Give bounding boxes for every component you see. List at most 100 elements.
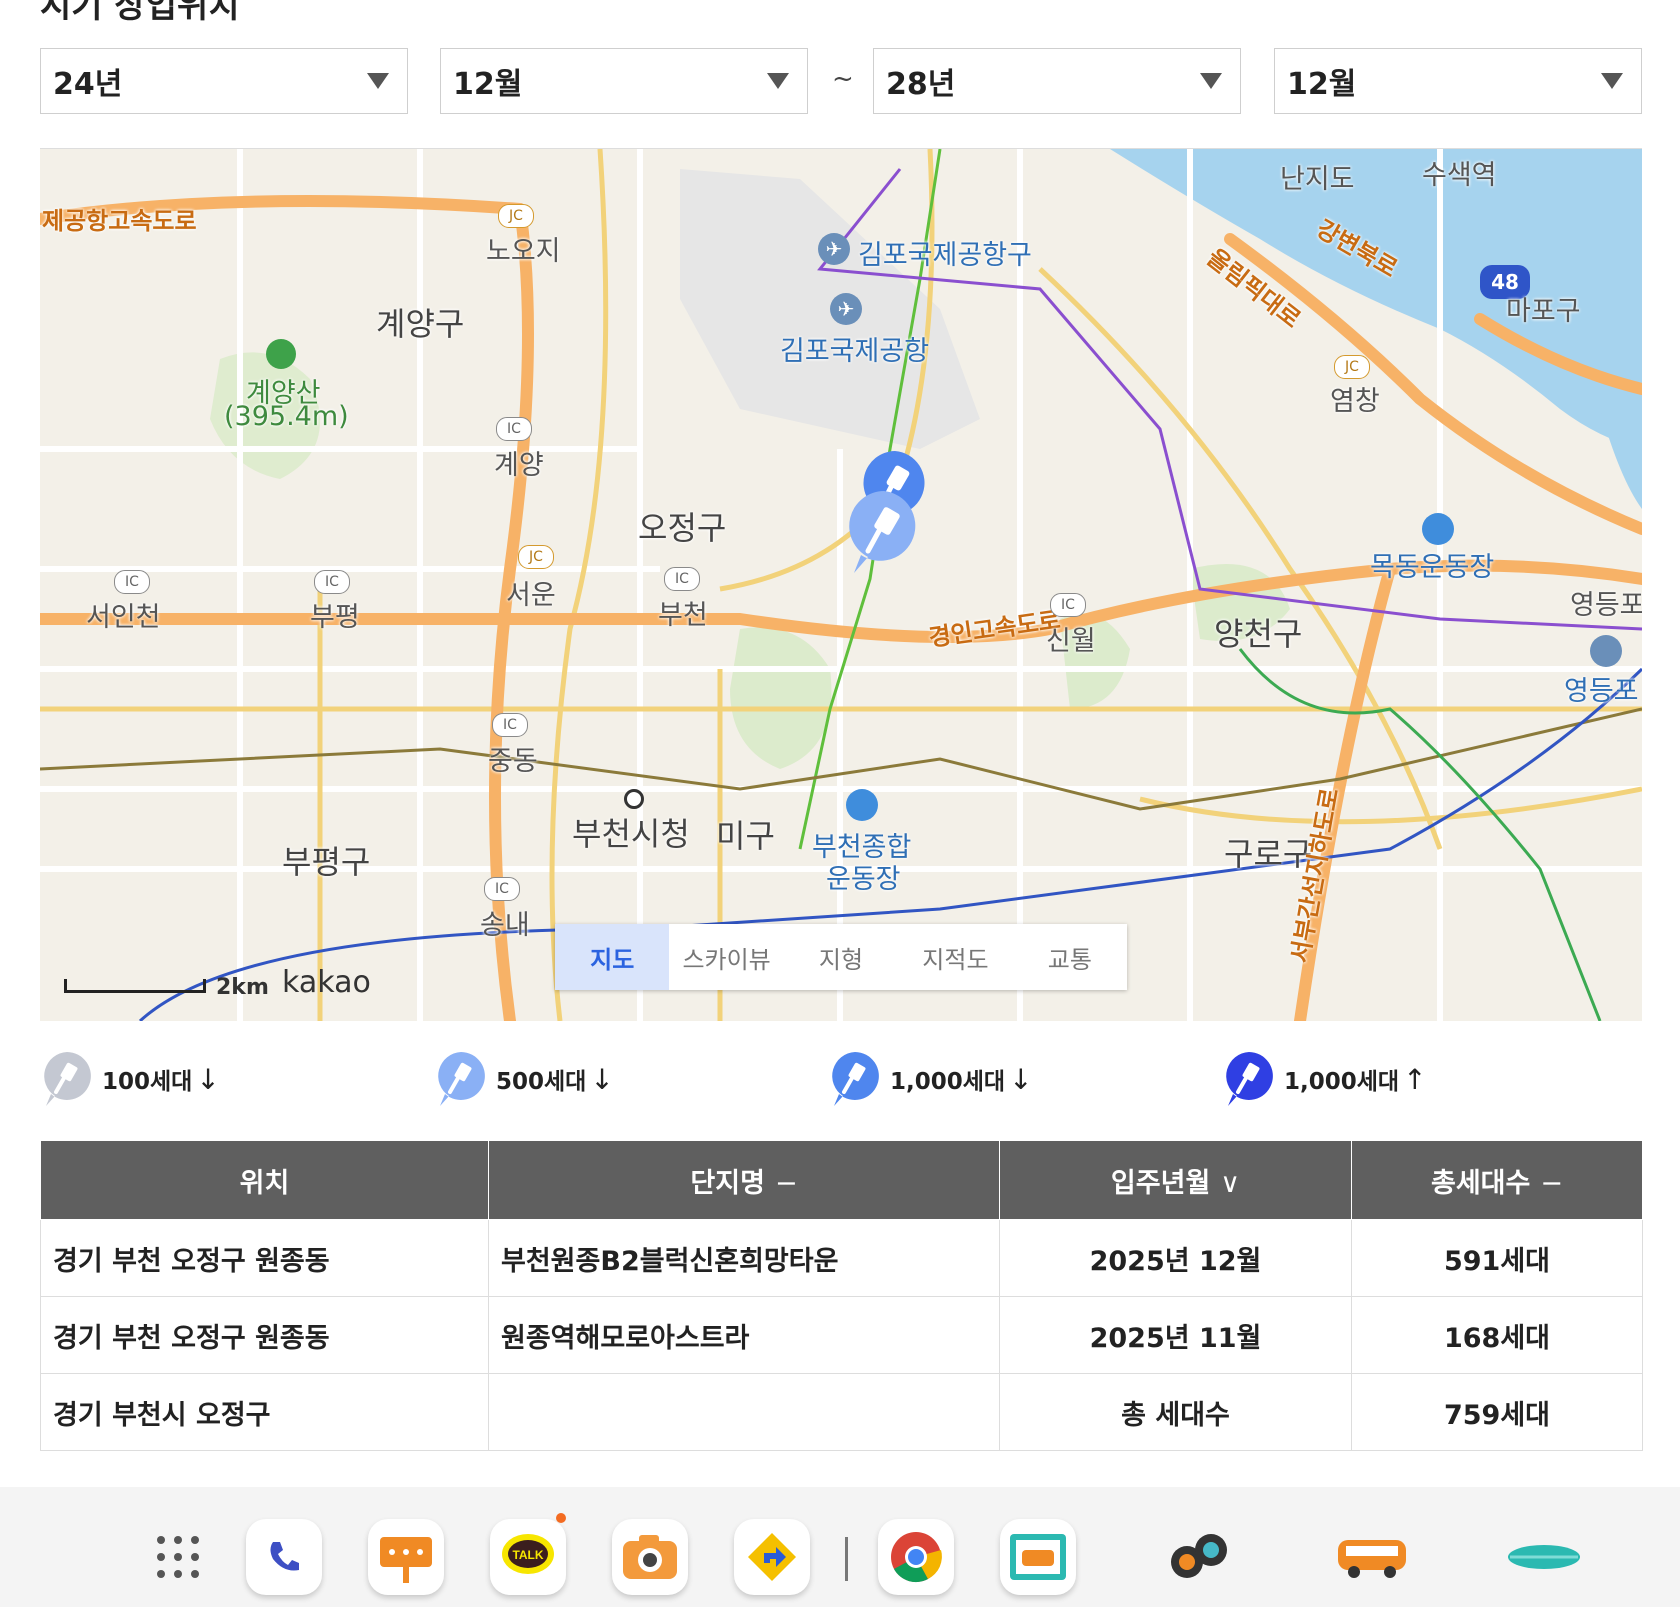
van-frame-icon[interactable] [1000,1519,1076,1595]
to-year-select[interactable]: 28년 [873,48,1241,114]
cell-location: 경기 부천 오정구 원종동 [40,1219,489,1297]
label-gyeyang: 계양 [494,450,544,481]
ic-badge: IC [664,567,700,591]
map-tab-traffic[interactable]: 교통 [1013,924,1127,990]
label-bupyeong: 부평 [310,602,360,633]
map-tab-terrain[interactable]: 지형 [784,924,898,990]
kakaotalk-icon[interactable]: TALK [490,1513,566,1595]
station-icon [1590,635,1622,667]
ic-badge: IC [114,570,150,594]
label-jungdong: 중동 [488,746,538,777]
map-view[interactable]: 제공항고속도로 JC 노오지 계양구 계양산 (395.4m) IC 계양 ✈ … [40,148,1642,1021]
label-yangcheon-gu: 양천구 [1214,615,1303,653]
arrow-down-icon: ↓ [590,1062,614,1096]
ic-badge: IC [492,713,528,737]
legend-label: 1,000세대 [890,1069,1006,1095]
label-gimpo-airport-gu: 김포국제공항구 [858,240,1032,271]
map-tab-skyview[interactable]: 스카이뷰 [669,924,783,990]
cell-move-in: 2025년 12월 [999,1219,1352,1297]
header-move-in[interactable]: 입주년월 ∨ [999,1140,1352,1220]
cell-units: 168세대 [1351,1296,1643,1374]
sort-desc-icon: ∨ [1220,1167,1241,1199]
chevron-down-icon [1601,73,1623,89]
header-location: 위치 [40,1140,489,1220]
app-dock: TALK [0,1487,1680,1607]
label-yeongdeungpo: 영등포 [1570,590,1642,621]
jc-badge: JC [498,204,534,228]
phone-icon[interactable] [246,1519,322,1595]
header-units[interactable]: 총세대수 − [1351,1140,1643,1220]
to-year-value: 28년 [886,67,956,102]
cell-units: 591세대 [1351,1219,1643,1297]
cell-move-in: 2025년 11월 [999,1296,1352,1374]
map-scale-label: 2km [216,975,269,1000]
cell-total-label: 총 세대수 [999,1373,1352,1451]
dock-separator [845,1537,848,1581]
to-month-select[interactable]: 12월 [1274,48,1642,114]
header-label: 단지명 [690,1167,765,1199]
legend-item: 1,000세대 ↓ [828,1050,1033,1108]
cell-total-units: 759세대 [1351,1373,1643,1451]
label-sinwol: 신월 [1046,626,1096,657]
to-month-value: 12월 [1287,67,1357,102]
label-seoun: 서운 [506,580,556,611]
complex-table: 위치 단지명 − 입주년월 ∨ 총세대수 − 경기 부천 오정구 원종동 부천원종B2… [40,1140,1643,1451]
label-ojeong-gu: 오정구 [638,509,727,547]
ic-badge: IC [496,417,532,441]
sort-none-icon: − [1540,1167,1563,1199]
signboard-icon[interactable] [368,1519,444,1595]
label-songnae: 송내 [480,910,530,941]
table-row[interactable]: 경기 부천 오정구 원종동 원종역해모로아스트라 2025년 11월 168세대 [40,1296,1643,1374]
speaker-icon[interactable] [1160,1519,1236,1595]
from-month-select[interactable]: 12월 [440,48,808,114]
airplane-icon: ✈ [818,233,850,265]
navigation-icon[interactable] [734,1519,810,1595]
label-nanjido: 난지도 [1280,164,1355,195]
label-mokdong-stadium: 목동운동장 [1370,552,1495,583]
label-bucheon-cityhall: 부천시청 [572,815,690,853]
cell-name: 원종역해모로아스트라 [488,1296,1000,1374]
from-year-select[interactable]: 24년 [40,48,408,114]
legend-label: 1,000세대 [1284,1069,1400,1095]
jc-badge: JC [518,545,554,569]
chevron-down-icon [1200,73,1222,89]
jc-badge: JC [1334,355,1370,379]
camper-van-icon[interactable] [1334,1519,1410,1595]
label-bucheon-stadium-2: 운동장 [826,864,901,895]
complex-marker-medium[interactable] [846,489,922,575]
arrow-down-icon: ↓ [196,1062,220,1096]
label-yeomchang: 염창 [1330,386,1380,417]
legend-item: 1,000세대 ↑ [1222,1050,1427,1108]
arrow-down-icon: ↓ [1009,1062,1033,1096]
from-year-value: 24년 [53,67,123,102]
marker-500-icon [438,1052,485,1106]
app-drawer-icon[interactable] [140,1519,216,1595]
label-bucheon: 부천 [658,600,708,631]
label-gyeyangsan-height: (395.4m) [224,401,349,432]
label-incheon-airport-road: 제공항고속도로 [42,207,197,235]
sort-none-icon: − [774,1167,798,1199]
table-row[interactable]: 경기 부천 오정구 원종동 부천원종B2블럭신혼희망타운 2025년 12월 5… [40,1219,1643,1297]
label-sosa-gu: 미구 [716,817,775,855]
ic-badge: IC [1050,593,1086,617]
label-seoincheon: 서인천 [86,602,161,633]
marker-legend: 100세대 ↓ 500세대 ↓ 1,000세대 ↓ 1,000세대 ↑ [40,1050,1640,1110]
marker-1000-plus-icon [1226,1052,1273,1106]
table-header-row: 위치 단지명 − 입주년월 ∨ 총세대수 − [40,1140,1643,1220]
kakaotalk-label: TALK [512,1548,543,1562]
map-scale-bar [64,979,206,993]
period-selectors: 24년 12월 ~ 28년 12월 [40,48,1642,116]
legend-item: 500세대 ↓ [434,1050,614,1108]
map-tab-map[interactable]: 지도 [555,924,670,990]
arrow-up-icon: ↑ [1403,1062,1427,1096]
notification-dot [556,1513,566,1523]
cell-empty [488,1373,1000,1451]
surfboard-icon[interactable] [1506,1519,1582,1595]
map-tab-cadastral[interactable]: 지적도 [898,924,1012,990]
map-provider-logo: kakao [282,965,371,1000]
header-name[interactable]: 단지명 − [488,1140,1000,1220]
ic-badge: IC [484,877,520,901]
camera-icon[interactable] [612,1519,688,1595]
chrome-icon[interactable] [878,1519,954,1595]
legend-label: 500세대 [496,1069,587,1095]
